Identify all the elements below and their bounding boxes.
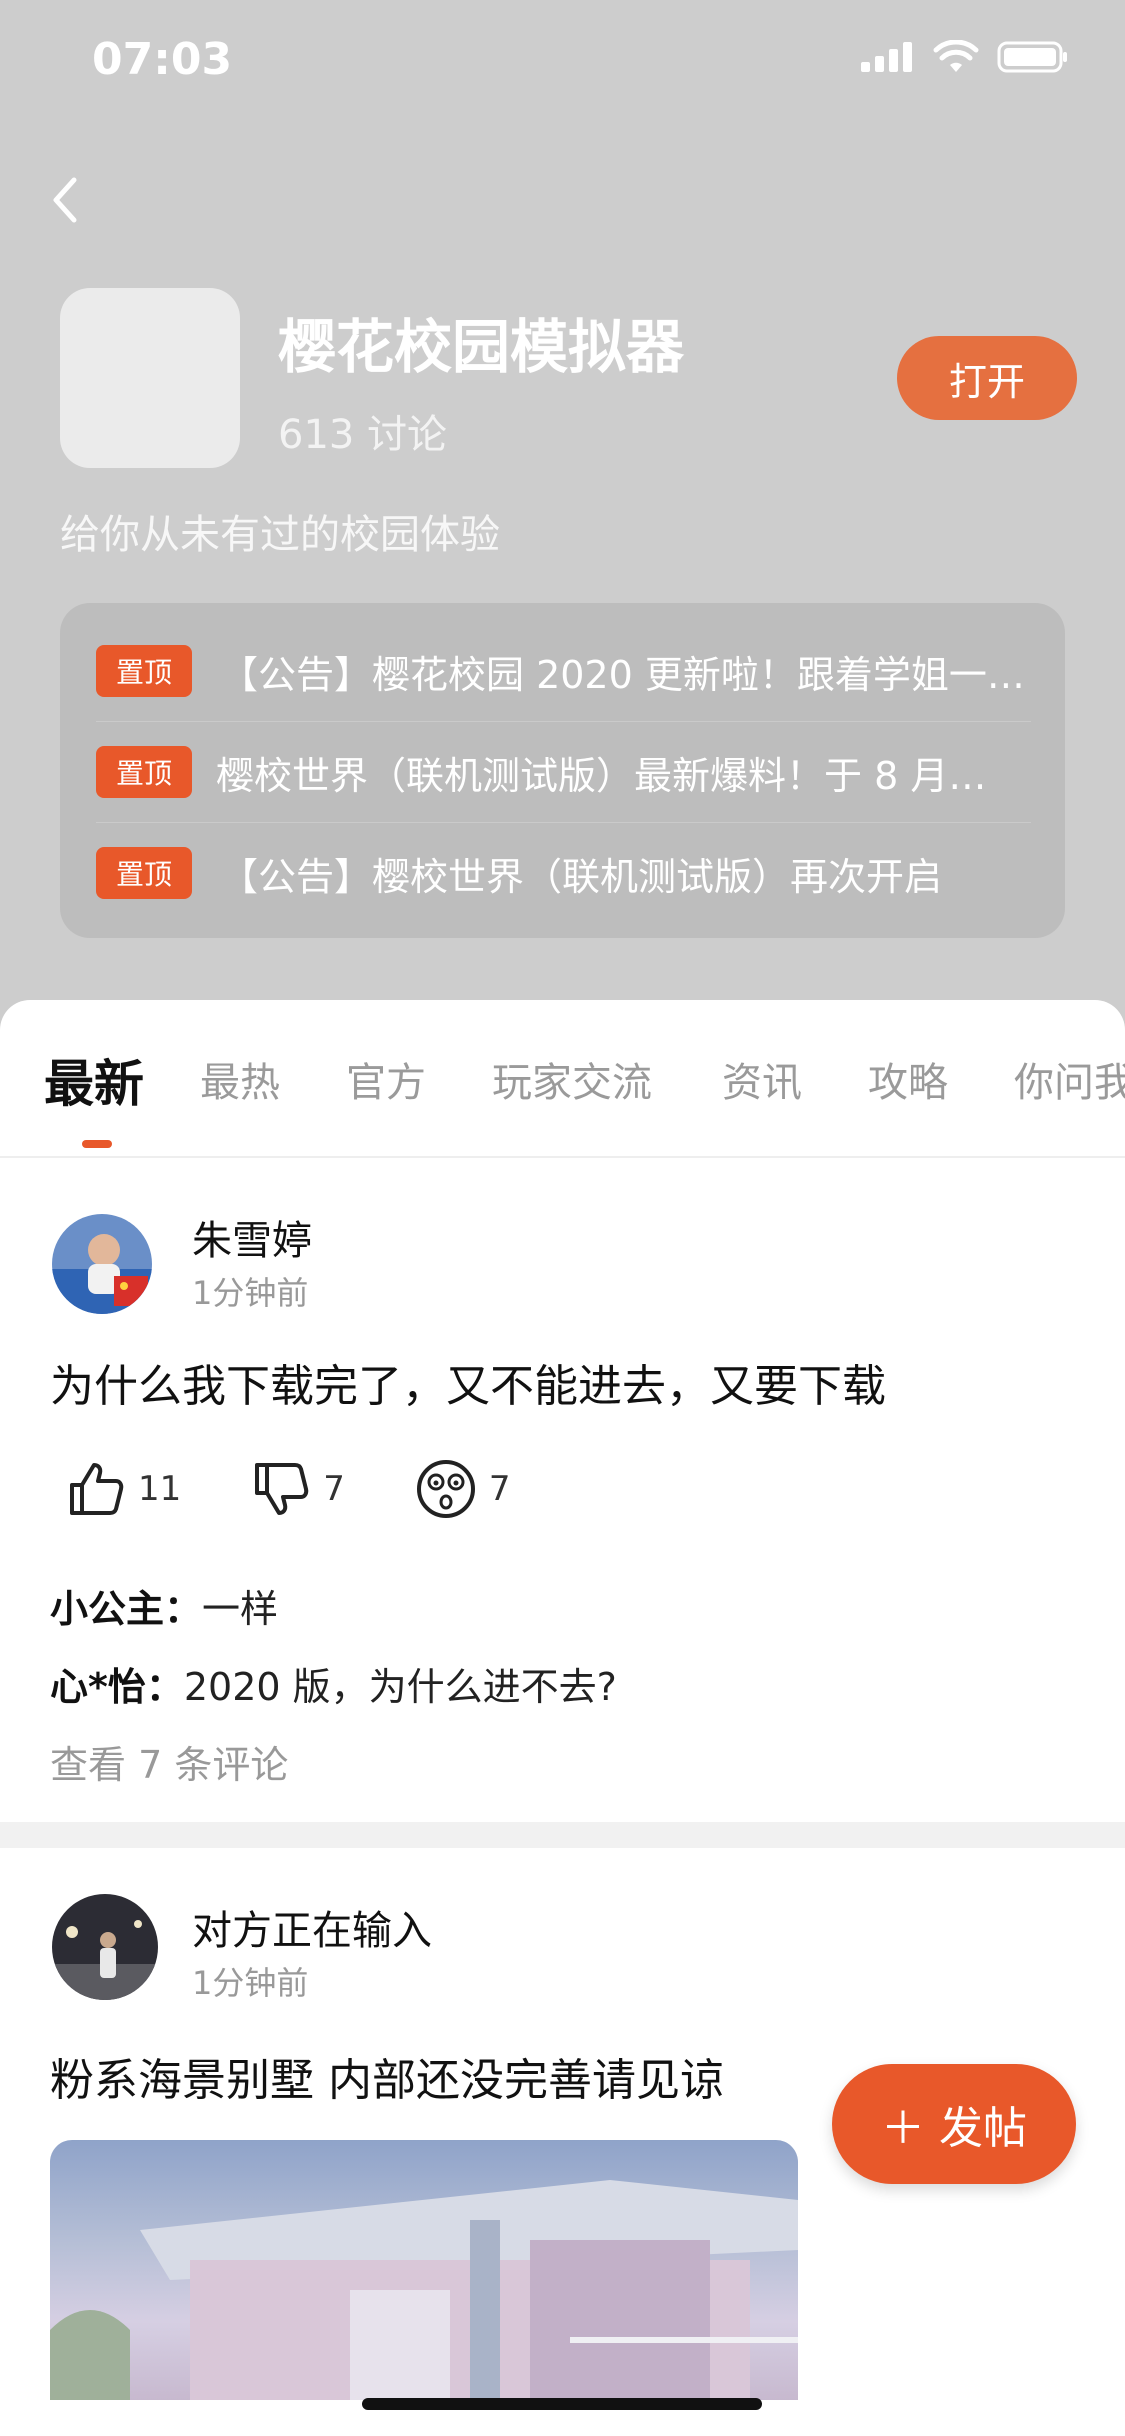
surprised-face-icon — [416, 1460, 475, 1518]
like-button[interactable]: 11 — [66, 1459, 181, 1519]
signal-icon — [861, 42, 912, 72]
comment-text: 一样 — [202, 1587, 279, 1631]
comment-author: 小公主： — [50, 1587, 203, 1631]
pinned-title: 【公告】樱校世界（联机测试版）再次开启 — [220, 854, 943, 899]
post-time: 1分钟前 — [192, 1964, 309, 2002]
like-count: 11 — [138, 1469, 182, 1509]
tab-qa[interactable]: 你问我答 — [1014, 1050, 1125, 1108]
post-time: 1分钟前 — [192, 1274, 309, 1312]
post-image[interactable] — [50, 2140, 798, 2400]
avatar[interactable] — [52, 1214, 152, 1314]
emoji-count: 7 — [488, 1469, 511, 1509]
back-button[interactable] — [44, 170, 84, 230]
pinned-title: 樱校世界（联机测试版）最新爆料！于 8 月开启测试 — [216, 753, 1021, 798]
comment-preview[interactable]: 心*怡：2020 版，为什么进不去? — [50, 1656, 617, 1711]
comment-preview[interactable]: 小公主：一样 — [50, 1578, 278, 1633]
chevron-left-icon — [53, 177, 77, 223]
active-tab-indicator — [82, 1140, 112, 1148]
dislike-count: 7 — [323, 1469, 345, 1509]
post-author[interactable]: 朱雪婷 — [192, 1208, 312, 1266]
thumbs-up-icon — [70, 1463, 124, 1515]
post-content[interactable]: 为什么我下载完了，又不能进去，又要下载 — [50, 1350, 886, 1414]
battery-icon — [997, 41, 1067, 73]
emoji-reaction-button[interactable]: 7 — [415, 1458, 511, 1520]
pinned-tag: 置顶 — [96, 847, 192, 899]
pinned-posts: 置顶 【公告】樱花校园 2020 更新啦！跟着学姐一起来看看吧 置顶 樱校世界（… — [60, 603, 1065, 938]
comment-text: 2020 版，为什么进不去? — [183, 1665, 617, 1709]
avatar[interactable] — [52, 1894, 158, 2000]
pinned-item[interactable]: 置顶 樱校世界（联机测试版）最新爆料！于 8 月开启测试 — [96, 722, 1031, 823]
pinned-item[interactable]: 置顶 【公告】樱校世界（联机测试版）再次开启 — [96, 823, 1031, 923]
tab-latest[interactable]: 最新 — [44, 1044, 144, 1116]
tab-official[interactable]: 官方 — [346, 1050, 426, 1108]
post-author[interactable]: 对方正在输入 — [192, 1898, 432, 1956]
thumbs-down-icon — [255, 1463, 309, 1515]
dislike-button[interactable]: 7 — [251, 1459, 345, 1519]
category-tabs: 最新 最热 官方 玩家交流 资讯 攻略 你问我答 — [0, 1000, 1125, 1158]
pinned-item[interactable]: 置顶 【公告】樱花校园 2020 更新啦！跟着学姐一起来看看吧 — [96, 621, 1031, 722]
wifi-icon — [933, 40, 979, 72]
view-all-comments-link[interactable]: 查看 7 条评论 — [50, 1734, 288, 1789]
pinned-title: 【公告】樱花校园 2020 更新啦！跟着学姐一起来看看吧 — [220, 652, 1025, 697]
discussion-count: 613 讨论 — [278, 412, 448, 458]
pinned-tag: 置顶 — [96, 746, 192, 798]
status-time: 07:03 — [92, 34, 233, 85]
post-content[interactable]: 粉系海景别墅 内部还没完善请见谅 — [50, 2044, 724, 2108]
app-name: 樱花校园模拟器 — [278, 313, 685, 381]
reaction-bar: 11 7 7 — [66, 1458, 581, 1520]
tab-player-chat[interactable]: 玩家交流 — [492, 1050, 652, 1108]
open-app-button[interactable]: 打开 — [897, 336, 1077, 420]
status-icons — [861, 40, 1069, 74]
app-icon — [60, 288, 240, 468]
tab-news[interactable]: 资讯 — [722, 1050, 802, 1108]
app-description: 给你从未有过的校园体验 — [60, 512, 500, 558]
home-indicator — [362, 2398, 762, 2410]
new-post-button[interactable]: ＋ 发帖 — [832, 2064, 1076, 2184]
tab-hot[interactable]: 最热 — [200, 1050, 280, 1108]
comment-author: 心*怡： — [50, 1665, 184, 1709]
pinned-tag: 置顶 — [96, 645, 192, 697]
post-divider — [0, 1822, 1125, 1848]
tab-guides[interactable]: 攻略 — [868, 1050, 948, 1108]
